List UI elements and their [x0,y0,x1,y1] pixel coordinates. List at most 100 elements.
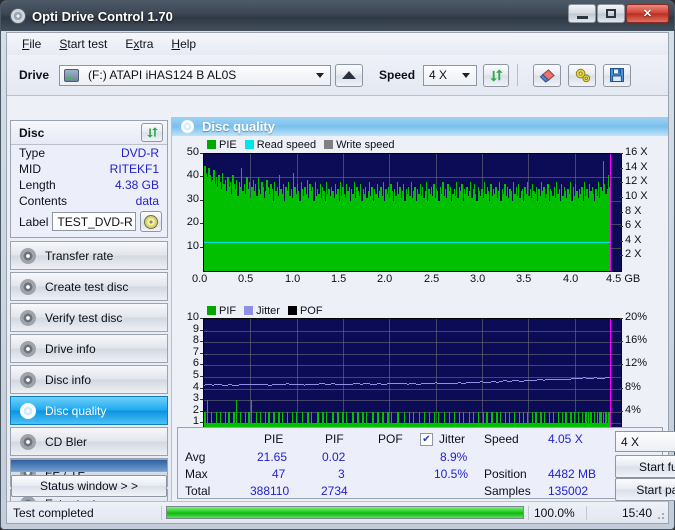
menu-file[interactable]: File [13,34,50,54]
disc-row-key: Contents [19,194,68,208]
stats-position-key: Position [484,467,527,481]
y2-axis-tick-label: 6 X [625,219,642,231]
start-part-label: Start part [636,482,675,497]
jitter-line-segment [304,385,305,386]
minimize-button[interactable] [568,4,596,23]
client-area: File Start test Extra Help Drive (F:) AT… [6,32,675,524]
stats-header-jitter: Jitter [439,432,466,446]
data-end-marker [610,319,611,435]
resize-grip-icon[interactable] [655,510,665,520]
gridline-vertical [621,319,622,435]
refresh-icon [146,127,158,138]
y2-axis-tick [620,388,623,389]
disc-row-mid: MID RITEKF1 [11,161,167,177]
jitter-line-segment [465,383,466,384]
progress-fill [167,507,523,518]
disc-icon-button[interactable] [140,211,162,232]
legend-item-pof: POF [287,304,323,317]
start-full-button[interactable]: Start full [615,455,675,478]
pie-chart-legend: PIE Read speed Write speed [207,138,399,151]
jitter-line-segment [536,380,537,381]
sidebar-item-create-test-disc[interactable]: Create test disc [10,272,168,301]
erase-button[interactable] [533,63,562,87]
disc-panel-title: Disc [19,125,45,140]
disc-refresh-button[interactable] [141,123,163,142]
cd-icon [144,214,158,229]
x-axis-tick-label: 4.5 GB [606,273,641,285]
legend-swatch [207,140,216,149]
jitter-line-segment [490,382,491,383]
sidebar-item-drive-info[interactable]: Drive info [10,334,168,363]
jitter-line-segment [227,385,228,386]
disc-icon [20,371,36,388]
stats-row-avg: Avg [185,450,206,464]
y-axis-tick-label: 8 [192,334,199,346]
y2-axis-tick [620,212,623,213]
legend-swatch [324,140,334,149]
sidebar-item-disc-info[interactable]: Disc info [10,365,168,394]
start-part-button[interactable]: Start part [615,478,675,501]
stats-jitter-max: 10.5% [434,467,469,481]
gridline-horizontal [204,331,621,332]
y-axis-tick [200,376,203,377]
legend-swatch [207,306,216,315]
disc-label-input[interactable]: TEST_DVD-R [52,212,136,231]
legend-swatch [244,140,254,149]
jitter-line-segment [544,380,545,381]
gridline-horizontal [204,365,621,366]
test-speed-select[interactable]: 4 X [615,431,675,452]
gridline-horizontal [204,177,621,178]
legend-label: POF [299,304,323,317]
settings-button[interactable] [568,63,597,87]
progress-bar [166,506,524,519]
gear-icon [575,68,590,83]
close-button[interactable]: ✕ [626,4,669,23]
maximize-button[interactable] [597,4,625,23]
menu-help[interactable]: Help [162,34,205,54]
disc-row-value: data [135,194,159,208]
sidebar-item-transfer-rate[interactable]: Transfer rate [10,241,168,270]
stats-samples-key: Samples [484,484,531,498]
toolbar-separator [517,64,519,86]
panel-header: Disc quality [172,117,668,136]
disc-label-value: TEST_DVD-R [57,214,133,229]
status-window-button[interactable]: Status window > > [11,475,167,497]
stats-speed-value: 4.05 X [548,432,583,446]
jitter-line-segment [285,384,286,385]
disc-row-value: DVD-R [121,146,159,160]
stats-row-total: Total [185,484,211,498]
disc-icon [20,309,36,326]
jitter-line-segment [502,381,503,382]
gridline-horizontal [204,377,621,378]
x-axis-tick-label: 0.5 [238,273,254,285]
eject-button[interactable] [335,63,364,87]
legend-label: PIF [219,304,237,317]
statistics-panel: PIE PIF POF ✔ Jitter Avg Max Total 21.65… [177,427,675,501]
jitter-line-segment [204,385,205,386]
y2-axis-tick [620,226,623,227]
save-icon [610,68,625,82]
menu-bar: File Start test Extra Help [7,33,668,55]
x-axis-tick-label: 3.5 [516,273,532,285]
y2-axis-tick [620,341,623,342]
sidebar-item-cd-bler[interactable]: CD Bler [10,427,168,456]
x-axis-tick-label: 1.0 [285,273,301,285]
pie-chart: PIE Read speed Write speed 10 20 30 40 50 2 X… [172,136,668,300]
refresh-button[interactable] [483,63,510,87]
speed-select[interactable]: 4 X [423,64,478,86]
jitter-checkbox[interactable]: ✔ [420,433,433,446]
menu-start-test[interactable]: Start test [50,34,116,54]
maximize-icon [606,9,616,18]
y-axis-tick-label: 1 [192,415,199,427]
chevron-down-icon [316,73,325,78]
jitter-line-segment [511,381,512,382]
sidebar-item-verify-test-disc[interactable]: Verify test disc [10,303,168,332]
y2-axis-tick [620,168,623,169]
legend-label: Jitter [256,304,280,317]
pif-plot-area [203,318,622,436]
sidebar-item-disc-quality[interactable]: Disc quality [10,396,168,425]
menu-extra[interactable]: Extra [116,34,162,54]
drive-select[interactable]: (F:) ATAPI iHAS124 B AL0S [59,64,332,86]
y2-axis-tick [620,241,623,242]
save-button[interactable] [603,63,632,87]
